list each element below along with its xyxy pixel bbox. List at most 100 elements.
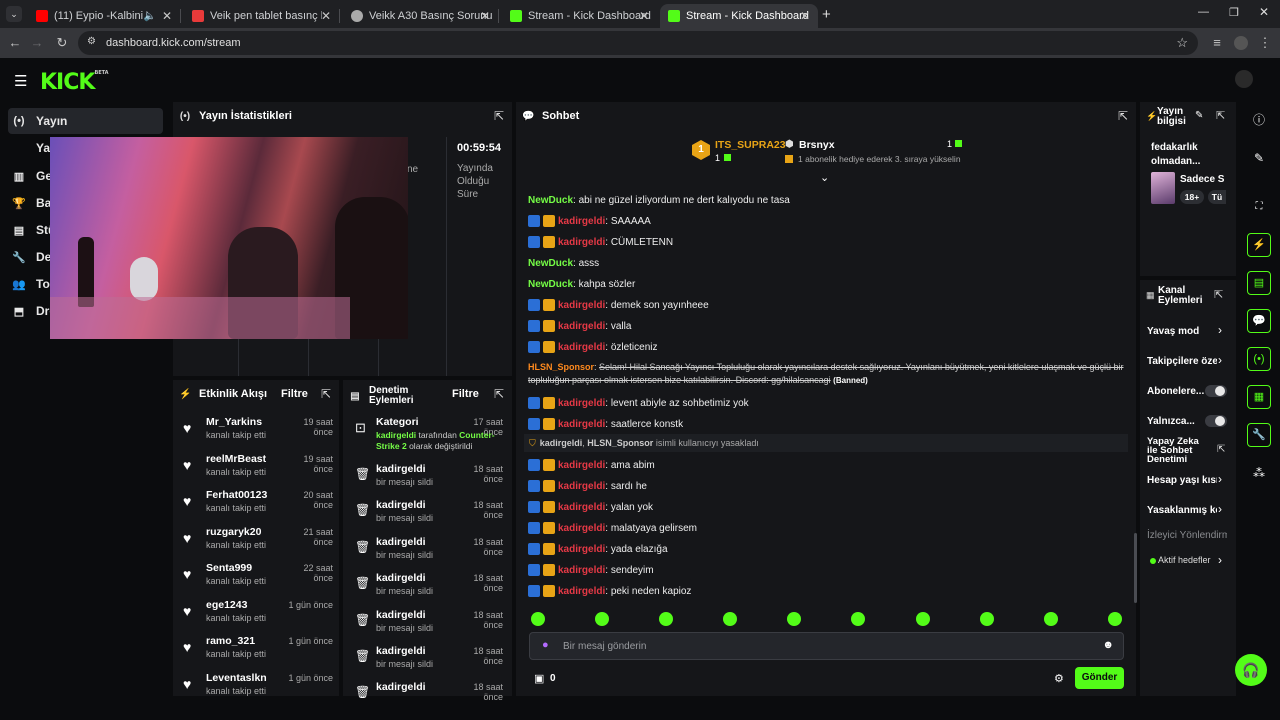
microphone-icon[interactable]: ● xyxy=(542,639,549,651)
popout-icon[interactable]: ⇱ xyxy=(1118,109,1128,123)
close-window-icon[interactable]: ✕ xyxy=(1259,5,1269,19)
chat-username[interactable]: kadirgeldi xyxy=(558,419,605,430)
edit-pencil-icon[interactable]: ✎ xyxy=(1195,110,1203,121)
send-button[interactable]: Gönder xyxy=(1075,667,1124,689)
kick-emote-icon[interactable] xyxy=(787,612,801,626)
popout-icon[interactable]: ⇱ xyxy=(494,109,504,123)
chat-username[interactable]: kadirgeldi xyxy=(558,481,605,492)
chat-username[interactable]: kadirgeldi xyxy=(558,321,605,332)
chat-message[interactable]: NewDuck: abi ne güzel izliyordum ne dert… xyxy=(528,192,1128,208)
popout-icon[interactable]: ⇱ xyxy=(321,387,331,401)
chat-username[interactable]: kadirgeldi xyxy=(558,565,605,576)
browser-tab[interactable]: Veikk A30 Basınç Sorunu ✕ xyxy=(343,4,499,28)
moderation-row[interactable]: 🗑 kadirgeldi bir mesajı sildi 18 saat önce xyxy=(351,463,509,499)
filter-button[interactable]: Filtre xyxy=(281,388,308,400)
tab-search-button[interactable]: ⌄ xyxy=(6,6,22,22)
top-gifter-2[interactable]: ⬢ Brsnyx 1 1 abonelik hediye ederek 3. s… xyxy=(785,138,975,164)
chat-message[interactable]: kadirgeldi: malatyaya gelirsem xyxy=(528,520,1128,536)
ai-moderation-row[interactable]: Yapay Zeka ile Sohbet Denetimi xyxy=(1147,436,1209,464)
wrench-icon[interactable]: 🔧 xyxy=(1247,423,1271,447)
reload-icon[interactable]: ↻ xyxy=(53,34,71,52)
chat-scrollbar[interactable] xyxy=(1134,533,1137,603)
browser-tab[interactable]: Veik pen tablet basınç hassasiy... ✕ xyxy=(184,4,340,28)
chevron-right-icon[interactable]: › xyxy=(1218,472,1222,486)
info-icon[interactable]: ⓘ xyxy=(1247,108,1271,132)
chat-message[interactable]: kadirgeldi: SAAAAA xyxy=(528,213,1128,229)
chat-message[interactable]: kadirgeldi: valla xyxy=(528,318,1128,334)
activity-row[interactable]: ♥ ruzgaryk20 kanalı takip etti 21 saat önce xyxy=(181,526,339,562)
moderation-row[interactable]: 🗑 kadirgeldi 18 saat önce xyxy=(351,681,509,717)
kick-emote-icon[interactable] xyxy=(851,612,865,626)
chat-message[interactable]: kadirgeldi: CÜMLETENN xyxy=(528,234,1128,250)
subscribers-only-toggle[interactable] xyxy=(1205,385,1227,397)
chat-message[interactable]: kadirgeldi: özleticeniz xyxy=(528,339,1128,355)
emote-only-toggle[interactable] xyxy=(1205,415,1227,427)
account-age-row[interactable]: Hesap yaşı kısıtlaması xyxy=(1147,470,1217,490)
top-gifter-1[interactable]: 1 ITS_SUPRA23 1 xyxy=(692,138,786,164)
forward-icon[interactable]: → xyxy=(28,34,46,52)
kick-emote-icon[interactable] xyxy=(916,612,930,626)
activity-row[interactable]: ♥ reelMrBeast kanalı takip etti 19 saat önc… xyxy=(181,453,339,489)
maximize-icon[interactable]: ❐ xyxy=(1229,6,1239,19)
popout-icon[interactable]: ⇱ xyxy=(494,387,504,401)
stream-category[interactable]: Sadece Sohbet xyxy=(1180,174,1224,185)
browser-menu-icon[interactable]: ⋮ xyxy=(1256,34,1274,52)
document-icon[interactable]: ▤ xyxy=(1247,271,1271,295)
browser-tab-active[interactable]: Stream - Kick Dashboard ✕ xyxy=(660,4,818,28)
edit-pencil-icon[interactable]: ✎ xyxy=(1247,146,1271,170)
emoji-picker-icon[interactable]: ☻ xyxy=(1102,639,1114,651)
chat-settings-icon[interactable]: ⚙ xyxy=(1054,672,1064,685)
chat-message[interactable]: kadirgeldi: ama abim xyxy=(528,457,1128,473)
speaker-icon[interactable]: 🔈 xyxy=(144,11,156,22)
popout-icon[interactable]: ⇱ xyxy=(1217,444,1225,455)
back-icon[interactable]: ← xyxy=(6,34,24,52)
activity-row[interactable]: ♥ ege1243 kanalı takip etti 1 gün önce xyxy=(181,599,339,635)
chat-message[interactable]: kadirgeldi: sendeyim xyxy=(528,562,1128,578)
chat-username[interactable]: kadirgeldi xyxy=(558,216,605,227)
broadcast-icon[interactable]: (•) xyxy=(1247,347,1271,371)
activity-row[interactable]: ♥ Leventaslkn kanalı takip etti 1 gün önce xyxy=(181,672,339,708)
chat-username[interactable]: NewDuck xyxy=(528,279,573,290)
new-tab-icon[interactable]: + xyxy=(822,6,831,23)
chevron-right-icon[interactable]: › xyxy=(1218,323,1222,337)
close-tab-icon[interactable]: ✕ xyxy=(800,9,810,23)
browser-tab[interactable]: (11) Eypio -Kalbini Verdin 🔈 ✕ xyxy=(28,4,181,28)
banned-words-row[interactable]: Yasaklanmış kelimeler xyxy=(1147,500,1217,520)
chat-username[interactable]: kadirgeldi xyxy=(558,586,605,597)
site-info-icon[interactable]: ⚙ xyxy=(87,36,96,47)
chevron-right-icon[interactable]: › xyxy=(1218,553,1222,567)
chevron-right-icon[interactable]: › xyxy=(1218,502,1222,516)
chat-username[interactable]: kadirgeldi xyxy=(558,398,605,409)
calendar-icon[interactable]: ▦ xyxy=(1247,385,1271,409)
chat-username[interactable]: NewDuck xyxy=(528,258,573,269)
kick-emote-icon[interactable] xyxy=(595,612,609,626)
support-chat-button[interactable]: 🎧 xyxy=(1235,654,1267,686)
filter-button[interactable]: Filtre xyxy=(452,388,479,400)
banned-chat-message[interactable]: HLSN_Sponsor: Selam! Hilal Sancağı Yayın… xyxy=(528,361,1128,389)
chat-message[interactable]: kadirgeldi: yada elazığa xyxy=(528,541,1128,557)
channel-points-icon[interactable]: ▣ xyxy=(534,672,544,685)
moderation-row[interactable]: 🗑 kadirgeldi bir mesajı sildi 18 saat önce xyxy=(351,536,509,572)
chat-username[interactable]: HLSN_Sponsor xyxy=(528,362,594,372)
moderation-row[interactable]: 🗑 kadirgeldi bir mesajı sildi 18 saat önce xyxy=(351,645,509,681)
profile-avatar[interactable] xyxy=(1234,36,1248,50)
close-tab-icon[interactable]: ✕ xyxy=(162,9,172,23)
apps-icon[interactable]: ⁂ xyxy=(1247,461,1271,485)
active-goals-label[interactable]: Aktif hedefler xyxy=(1158,555,1211,565)
user-avatar[interactable] xyxy=(1235,70,1253,88)
chat-message[interactable]: NewDuck: asss xyxy=(528,255,1128,271)
chat-username[interactable]: kadirgeldi xyxy=(558,300,605,311)
stream-preview-video[interactable] xyxy=(50,137,408,339)
browser-tab[interactable]: Stream - Kick Dashboard ✕ xyxy=(502,4,657,28)
chat-message[interactable]: kadirgeldi: sardı he xyxy=(528,478,1128,494)
moderation-row[interactable]: 🗑 kadirgeldi bir mesajı sildi 18 saat önce xyxy=(351,609,509,645)
activity-row[interactable]: ♥ Senta999 kanalı takip etti 22 saat önce xyxy=(181,562,339,598)
pinned-collapse-icon[interactable]: ⌄ xyxy=(820,171,829,184)
kick-emote-icon[interactable] xyxy=(980,612,994,626)
chat-message[interactable]: NewDuck: kahpa sözler xyxy=(528,276,1128,292)
bookmark-star-icon[interactable]: ☆ xyxy=(1176,35,1188,51)
kick-emote-icon[interactable] xyxy=(1108,612,1122,626)
chat-message[interactable]: kadirgeldi: yalan yok xyxy=(528,499,1128,515)
nav-item-stream[interactable]: (•) Yayın xyxy=(8,108,163,134)
kick-emote-icon[interactable] xyxy=(659,612,673,626)
